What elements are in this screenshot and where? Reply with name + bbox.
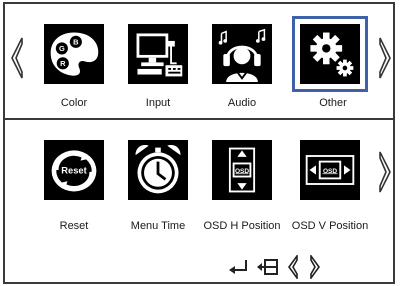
menu-tile-input[interactable] (128, 24, 188, 84)
scroll-left-arrow-top[interactable] (10, 36, 24, 80)
menu-tile-color[interactable]: G B R (44, 24, 104, 84)
gears-icon (302, 26, 358, 82)
menu-tile-osd-v-position[interactable]: OSD (300, 140, 360, 200)
palette-letter-r: R (60, 59, 66, 68)
enter-icon (228, 257, 250, 282)
menu-tile-osd-h-position[interactable]: OSD (212, 140, 272, 200)
osd-h-position-icon: OSD (214, 142, 270, 198)
menu-tile-audio[interactable] (212, 24, 272, 84)
menu-label-audio: Audio (227, 97, 257, 109)
headphones-music-icon (214, 26, 270, 82)
menu-tile-other[interactable] (292, 16, 368, 92)
section-divider (5, 118, 393, 120)
menu-tile-reset[interactable]: Reset (44, 140, 104, 200)
palette-icon: G B R (46, 26, 102, 82)
menu-label-osd-v-position: OSD V Position (291, 220, 369, 232)
exit-icon (256, 257, 280, 282)
reset-icon: Reset (46, 142, 102, 198)
osd-v-position-icon: OSD (302, 142, 358, 198)
palette-letter-g: G (59, 44, 65, 53)
left-icon (287, 253, 299, 284)
right-icon (309, 253, 321, 284)
computer-input-icon (130, 26, 186, 82)
scroll-right-arrow-bottom[interactable] (378, 150, 392, 194)
reset-badge-text: Reset (61, 166, 86, 176)
menu-label-osd-h-position: OSD H Position (203, 220, 281, 232)
scroll-right-arrow-top[interactable] (378, 36, 392, 80)
alarm-clock-icon (130, 142, 186, 198)
menu-label-other: Other (319, 97, 347, 109)
palette-letter-b: B (73, 38, 79, 47)
menu-tile-menu-time[interactable] (128, 140, 188, 200)
